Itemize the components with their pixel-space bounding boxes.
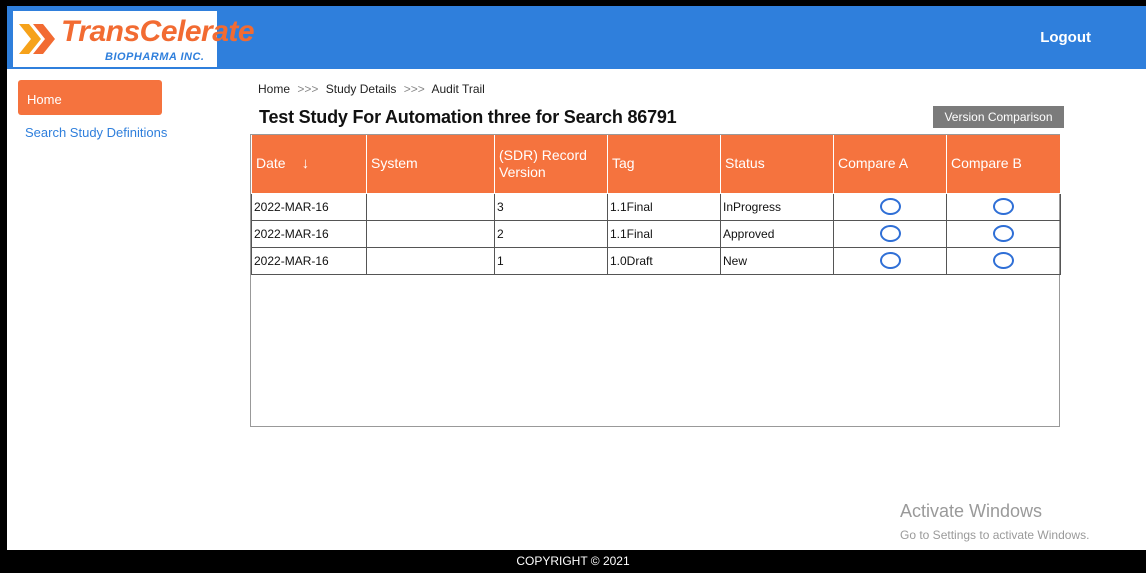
- cell-system: [366, 219, 495, 248]
- audit-trail-table: Date ↓ System (SDR) Record Version Tag St…: [251, 135, 1061, 275]
- breadcrumb-separator: >>>: [403, 82, 425, 96]
- cell-date: 2022-MAR-16: [251, 192, 367, 221]
- cell-tag: 1.0Draft: [607, 246, 721, 275]
- watermark-subtitle: Go to Settings to activate Windows.: [900, 528, 1090, 542]
- cell-version: 2: [494, 219, 608, 248]
- cell-system: [366, 192, 495, 221]
- column-header-status[interactable]: Status: [720, 135, 834, 194]
- cell-date: 2022-MAR-16: [251, 219, 367, 248]
- sidebar-item-search-study-definitions[interactable]: Search Study Definitions: [25, 125, 167, 140]
- breadcrumb-study-details[interactable]: Study Details: [326, 82, 397, 96]
- cell-status: InProgress: [720, 192, 834, 221]
- cell-system: [366, 246, 495, 275]
- cell-compare-a: [833, 246, 947, 275]
- transcelerate-logo[interactable]: TransCelerate BIOPHARMA INC.: [13, 11, 255, 67]
- cell-compare-b: [946, 246, 1061, 275]
- compare-b-radio[interactable]: [993, 225, 1014, 242]
- table-header-row: Date ↓ System (SDR) Record Version Tag St…: [251, 135, 1061, 194]
- cell-compare-b: [946, 219, 1061, 248]
- copyright-footer: COPYRIGHT © 2021: [0, 550, 1146, 573]
- column-header-system[interactable]: System: [366, 135, 495, 194]
- column-header-tag[interactable]: Tag: [607, 135, 721, 194]
- top-header: TransCelerate BIOPHARMA INC. Logout: [7, 6, 1146, 69]
- table-row: 2022-MAR-16 3 1.1Final InProgress: [251, 192, 1061, 221]
- activate-windows-watermark: Activate Windows Go to Settings to activ…: [900, 501, 1089, 542]
- page-title: Test Study For Automation three for Sear…: [259, 107, 677, 127]
- column-header-compare-a: Compare A: [833, 135, 947, 194]
- breadcrumb: Home >>> Study Details >>> Audit Trail: [258, 82, 485, 96]
- version-comparison-button[interactable]: Version Comparison: [933, 106, 1064, 128]
- logo-subtext: BIOPHARMA INC.: [105, 51, 205, 63]
- watermark-title: Activate Windows: [900, 501, 1043, 521]
- cell-status: New: [720, 246, 834, 275]
- cell-version: 1: [494, 246, 608, 275]
- cell-tag: 1.1Final: [607, 219, 721, 248]
- table-row: 2022-MAR-16 2 1.1Final Approved: [251, 219, 1061, 248]
- compare-a-radio[interactable]: [879, 252, 901, 269]
- audit-trail-grid: Date ↓ System (SDR) Record Version Tag St…: [250, 134, 1061, 427]
- compare-b-radio[interactable]: [993, 198, 1014, 215]
- sidebar-item-home[interactable]: Home: [18, 80, 162, 115]
- chevron-logo-icon: [19, 24, 55, 54]
- column-header-compare-b: Compare B: [946, 135, 1061, 194]
- column-header-record-version[interactable]: (SDR) Record Version: [494, 135, 608, 194]
- cell-compare-b: [946, 192, 1061, 221]
- compare-a-radio[interactable]: [879, 225, 901, 242]
- logo-text: TransCelerate: [61, 15, 255, 48]
- cell-status: Approved: [720, 219, 834, 248]
- table-row: 2022-MAR-16 1 1.0Draft New: [251, 246, 1061, 275]
- breadcrumb-audit-trail: Audit Trail: [431, 82, 485, 96]
- cell-tag: 1.1Final: [607, 192, 721, 221]
- cell-compare-a: [833, 192, 947, 221]
- compare-a-radio[interactable]: [879, 198, 901, 215]
- cell-date: 2022-MAR-16: [251, 246, 367, 275]
- logout-button[interactable]: Logout: [1040, 29, 1091, 46]
- compare-b-radio[interactable]: [993, 252, 1014, 269]
- column-header-date[interactable]: Date ↓: [251, 135, 367, 194]
- cell-compare-a: [833, 219, 947, 248]
- cell-version: 3: [494, 192, 608, 221]
- breadcrumb-home[interactable]: Home: [258, 82, 290, 96]
- app-window: TransCelerate BIOPHARMA INC. Logout Home…: [7, 6, 1146, 550]
- arrow-down-icon[interactable]: ↓: [302, 155, 310, 172]
- breadcrumb-separator: >>>: [297, 82, 319, 96]
